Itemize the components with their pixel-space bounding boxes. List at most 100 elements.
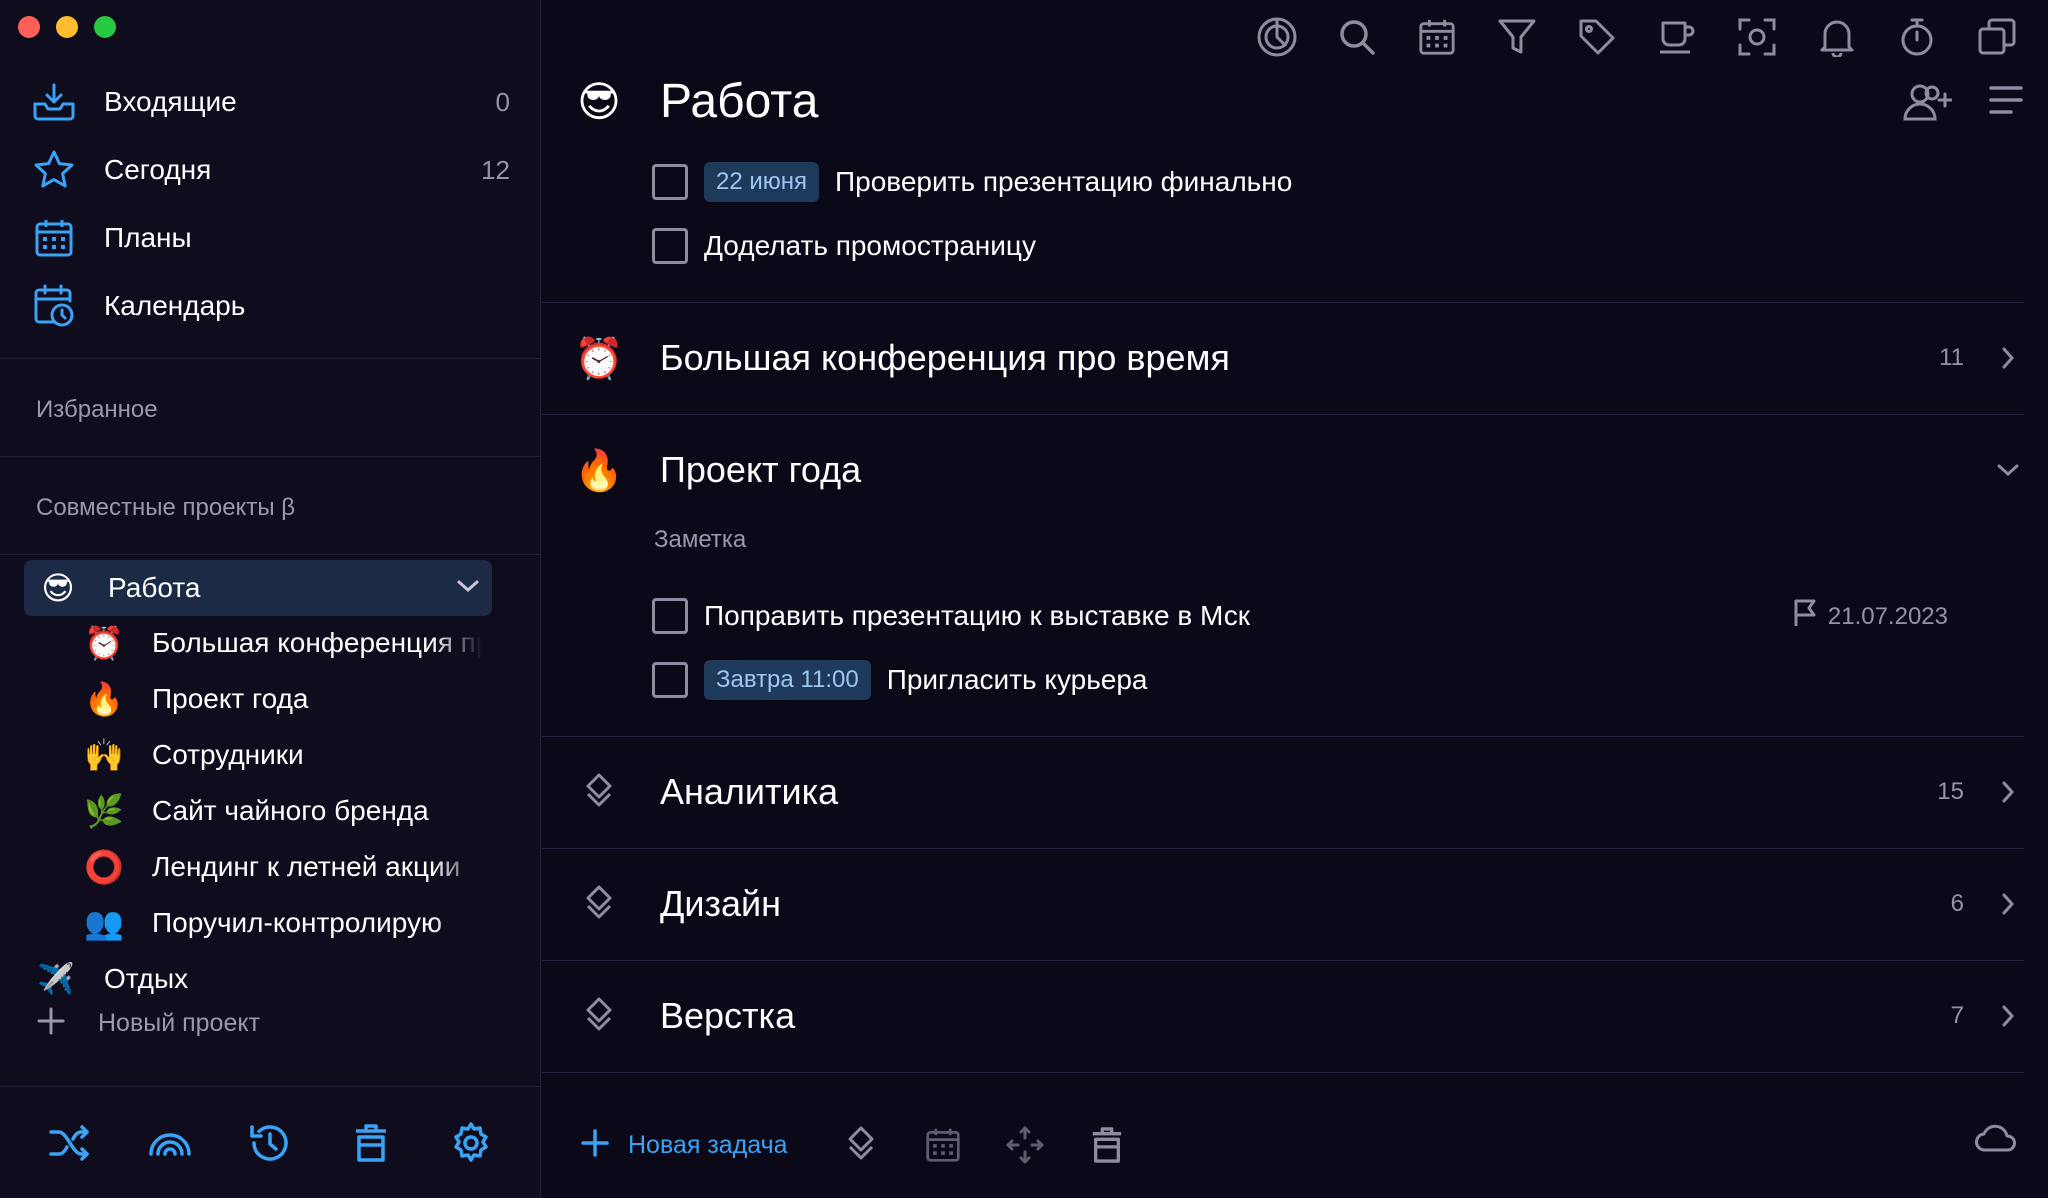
- calendar-grid-icon: [30, 214, 78, 262]
- task-checkbox[interactable]: [652, 598, 688, 634]
- task-row[interactable]: Доделать промостраницу: [652, 224, 1036, 268]
- menu-icon[interactable]: [1988, 82, 2024, 127]
- nav-inbox[interactable]: Входящие 0: [30, 77, 510, 127]
- scan-icon[interactable]: [1732, 12, 1782, 62]
- trash-icon[interactable]: [345, 1117, 397, 1169]
- sidebar-project-vacation-label: Отдых: [104, 963, 189, 994]
- page-title[interactable]: Работа: [660, 74, 818, 129]
- chevron-down-icon[interactable]: [1994, 462, 2022, 478]
- red-circle-icon: ⭕: [84, 849, 124, 885]
- layers-icon[interactable]: [838, 1122, 884, 1168]
- section-design[interactable]: Дизайн 6: [572, 874, 2022, 934]
- sidebar-subproject[interactable]: 🙌 Сотрудники: [82, 730, 482, 780]
- raised-hands-icon: 🙌: [84, 737, 124, 773]
- shuffle-icon[interactable]: [44, 1117, 96, 1169]
- task-deadline-date: 21.07.2023: [1827, 602, 1948, 630]
- section-title: Аналитика: [660, 771, 839, 812]
- section-divider: [542, 736, 2024, 737]
- chevron-down-icon[interactable]: [456, 578, 480, 599]
- move-icon[interactable]: [1002, 1122, 1048, 1168]
- sidebar-subproject[interactable]: 🌿 Сайт чайного бренда: [82, 786, 482, 836]
- window-controls: [18, 16, 116, 38]
- task-checkbox[interactable]: [652, 228, 688, 264]
- gear-icon[interactable]: [445, 1117, 497, 1169]
- section-project-year[interactable]: 🔥 Проект года: [572, 440, 2022, 500]
- nav-plans[interactable]: Планы: [30, 213, 510, 263]
- cloud-sync-icon[interactable]: [1974, 1122, 2018, 1159]
- filter-icon[interactable]: [1492, 12, 1542, 62]
- task-checkbox[interactable]: [652, 662, 688, 698]
- task-title[interactable]: Поправить презентацию к выставке в Мск: [704, 600, 1250, 632]
- project-emoji: 😎: [41, 570, 75, 606]
- sidebar-project-work[interactable]: 😎 Работа: [24, 560, 492, 616]
- section-divider: [542, 302, 2024, 303]
- sidebar-subproject[interactable]: ⏰ Большая конференция про время: [82, 618, 482, 668]
- section-divider: [542, 1072, 2024, 1073]
- section-title: Большая конференция про время: [660, 337, 1230, 378]
- favorites-label[interactable]: Избранное: [36, 396, 158, 424]
- history-icon[interactable]: [244, 1117, 296, 1169]
- chevron-right-icon[interactable]: [1994, 780, 2022, 804]
- timer-icon[interactable]: [1892, 12, 1942, 62]
- task-title[interactable]: Доделать промостраницу: [704, 230, 1036, 262]
- calendar-icon[interactable]: [1412, 12, 1462, 62]
- nav-today[interactable]: Сегодня 12: [30, 145, 510, 195]
- nav-calendar[interactable]: Календарь: [30, 281, 510, 331]
- task-row[interactable]: 22 июня Проверить презентацию финально: [652, 160, 1292, 204]
- minimize-window-button[interactable]: [56, 16, 78, 38]
- zoom-window-button[interactable]: [94, 16, 116, 38]
- section-count: 7: [1950, 1002, 1964, 1029]
- people-icon: 👥: [84, 905, 124, 941]
- star-icon: [30, 146, 78, 194]
- section-divider: [542, 960, 2024, 961]
- chevron-right-icon[interactable]: [1994, 892, 2022, 916]
- sidebar-divider: [0, 554, 541, 555]
- chevron-right-icon[interactable]: [1994, 346, 2022, 370]
- new-task-button[interactable]: Новая задача: [580, 1128, 788, 1163]
- section-count: 15: [1937, 778, 1964, 805]
- sidebar-subproject[interactable]: 🔥 Проект года: [82, 674, 482, 724]
- windows-icon[interactable]: [1972, 12, 2022, 62]
- section-title: Проект года: [660, 449, 862, 490]
- layers-icon: [572, 772, 626, 812]
- task-title[interactable]: Пригласить курьера: [887, 664, 1148, 696]
- close-window-button[interactable]: [18, 16, 40, 38]
- sidebar-project-vacation[interactable]: ✈️ Отдых: [34, 954, 474, 1004]
- section-count: 11: [1939, 344, 1964, 371]
- focus-icon[interactable]: [1252, 12, 1302, 62]
- sidebar: Входящие 0 Сегодня 12 Планы Календарь Из…: [0, 0, 541, 1198]
- section-conference[interactable]: ⏰ Большая конференция про время 11: [572, 328, 2022, 388]
- task-row[interactable]: Завтра 11:00 Пригласить курьера: [652, 658, 1148, 702]
- shared-projects-label[interactable]: Совместные проекты β: [36, 494, 295, 522]
- section-analytics[interactable]: Аналитика 15: [572, 762, 2022, 822]
- fire-icon: 🔥: [84, 681, 124, 717]
- add-user-icon[interactable]: [1902, 82, 1953, 127]
- rainbow-icon[interactable]: [144, 1117, 196, 1169]
- tag-icon[interactable]: [1572, 12, 1622, 62]
- chevron-right-icon[interactable]: [1994, 1004, 2022, 1028]
- coffee-icon[interactable]: [1652, 12, 1702, 62]
- trash-icon[interactable]: [1084, 1122, 1130, 1168]
- calendar-icon[interactable]: [920, 1122, 966, 1168]
- task-row[interactable]: Поправить презентацию к выставке в Мск: [652, 594, 1250, 638]
- new-project-button[interactable]: Новый проект: [36, 1006, 260, 1041]
- search-icon[interactable]: [1332, 12, 1382, 62]
- task-date-badge[interactable]: 22 июня: [704, 162, 820, 202]
- task-checkbox[interactable]: [652, 164, 688, 200]
- sidebar-subproject-label: Сотрудники: [152, 739, 304, 770]
- sidebar-subproject[interactable]: 👥 Поручил-контролирую: [82, 898, 482, 948]
- sidebar-subproject[interactable]: ⭕ Лендинг к летней акции: [82, 842, 482, 892]
- section-markup[interactable]: Верстка 7: [572, 986, 2022, 1046]
- new-project-label: Новый проект: [98, 1009, 261, 1037]
- section-title: Верстка: [660, 995, 796, 1036]
- nav-calendar-label: Календарь: [104, 290, 246, 321]
- sidebar-divider: [0, 358, 541, 359]
- bell-icon[interactable]: [1812, 12, 1862, 62]
- nav-inbox-count: 0: [495, 86, 510, 117]
- sidebar-project-work-label: Работа: [108, 572, 201, 603]
- title-emoji: 😎: [577, 78, 621, 125]
- task-title[interactable]: Проверить презентацию финально: [835, 166, 1292, 198]
- page-title-row: 😎 Работа: [572, 74, 818, 129]
- task-date-badge[interactable]: Завтра 11:00: [704, 660, 871, 700]
- section-note[interactable]: Заметка: [654, 526, 746, 554]
